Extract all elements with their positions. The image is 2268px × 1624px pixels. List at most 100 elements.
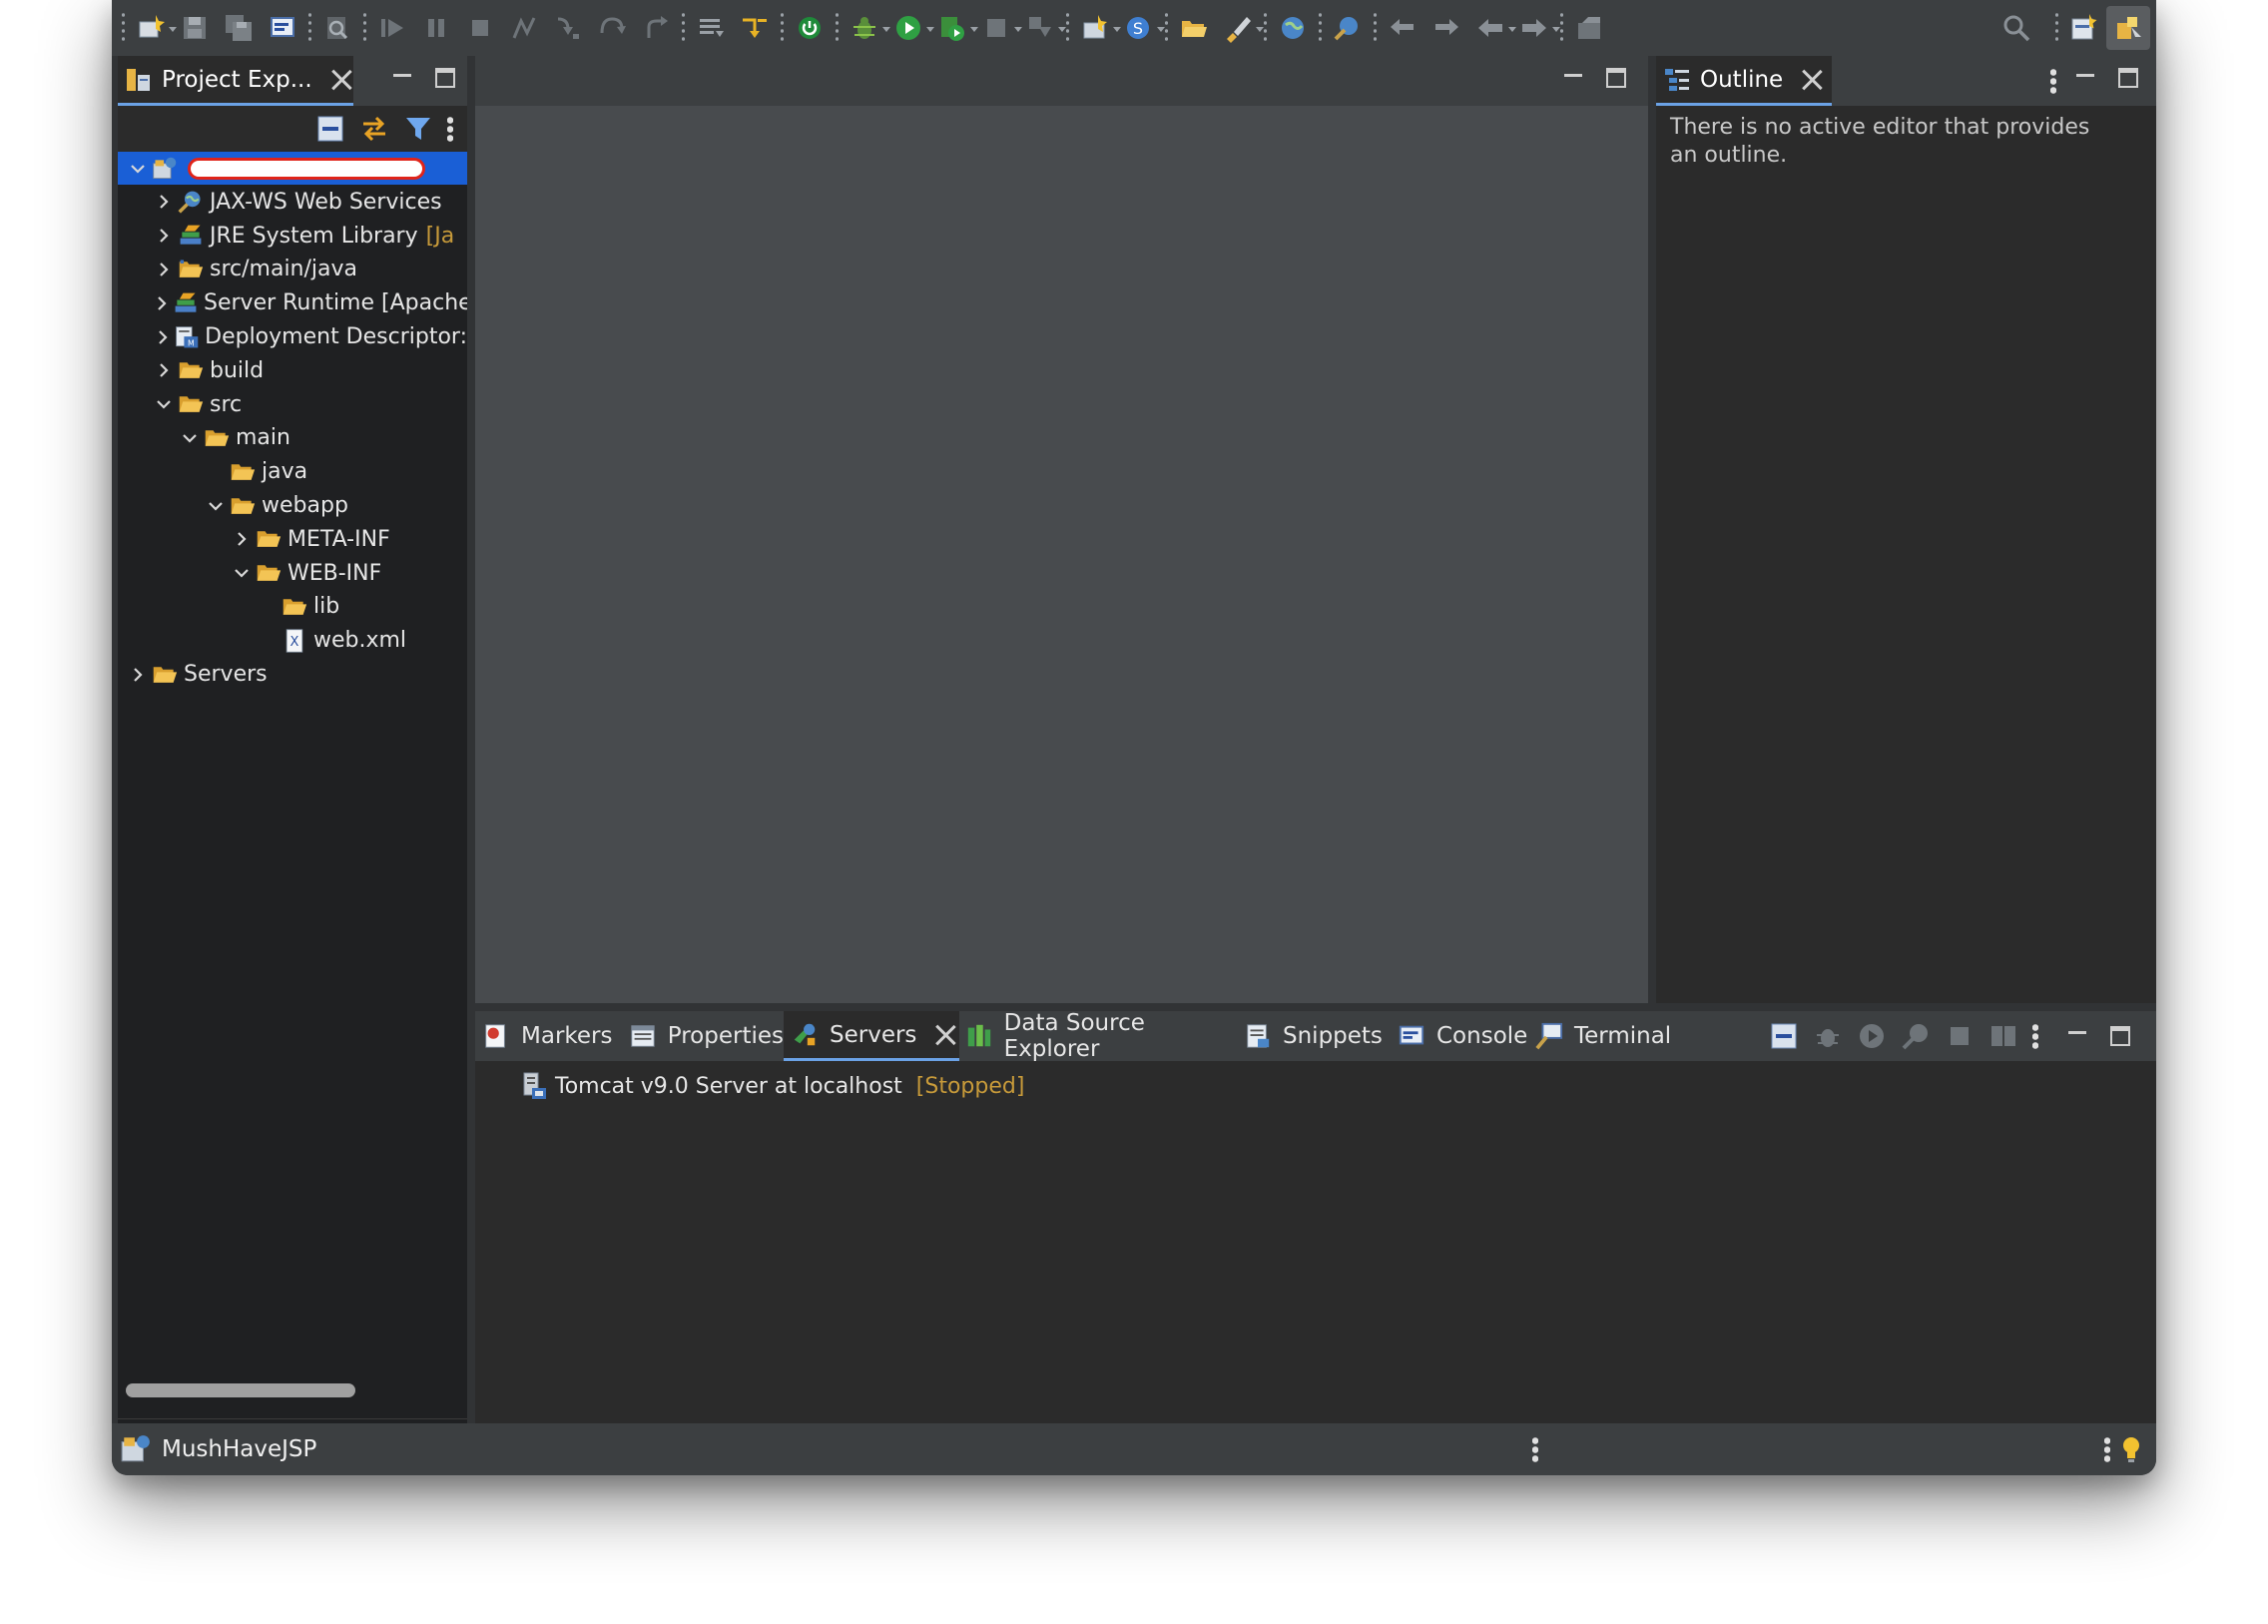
nav-back-icon[interactable] [1473,11,1516,45]
view-menu-icon[interactable] [2050,68,2056,94]
tree-item[interactable]: Server Runtime [Apache [118,286,467,319]
tree-item-project[interactable] [118,152,467,185]
save-all-icon[interactable] [222,11,256,45]
tree-item[interactable]: main [118,421,467,454]
minimize-icon[interactable] [2076,68,2096,90]
debug-icon[interactable] [848,11,890,45]
tab-markers[interactable]: Markers [475,1011,622,1061]
close-icon[interactable] [934,1024,956,1046]
tab-properties[interactable]: Properties [622,1011,784,1061]
web-icon[interactable] [1276,11,1310,45]
console-icon[interactable] [266,11,299,45]
link-with-editor-icon[interactable] [359,114,389,144]
stop-server-icon[interactable] [979,11,1022,45]
tree-item[interactable]: Xweb.xml [118,624,467,657]
stop-server-icon[interactable] [1945,1021,1975,1051]
new-class-icon[interactable]: S [1122,11,1165,45]
tree-item[interactable]: M Deployment Descriptor: [118,320,467,353]
chevron-right-icon[interactable] [152,224,176,248]
perspective-icon[interactable] [2067,11,2101,45]
tree-item[interactable]: lib [118,590,467,623]
tree-item[interactable]: JAX-WS Web Services [118,186,467,219]
resume-icon[interactable] [375,11,409,45]
brush-icon[interactable] [1221,11,1264,45]
tab-console[interactable]: Console [1391,1011,1528,1061]
collapse-all-icon[interactable] [315,114,345,144]
suspend-icon[interactable] [419,11,453,45]
tree-item[interactable]: src/main/java [118,253,467,285]
open-folder-icon[interactable] [1177,11,1211,45]
tab-project-explorer[interactable]: Project Exp... [118,56,353,106]
start-server-icon[interactable] [1857,1021,1887,1051]
chevron-right-icon[interactable] [126,663,150,687]
debug-server-icon[interactable] [1813,1021,1843,1051]
chevron-down-icon[interactable] [178,426,202,450]
tab-snippets[interactable]: Snippets [1237,1011,1391,1061]
close-icon[interactable] [330,69,352,91]
terminate-icon[interactable] [463,11,497,45]
pin-icon[interactable] [1572,11,1606,45]
tree-item[interactable]: Servers [118,658,467,691]
tree-item[interactable]: JRE System Library [Ja [118,220,467,253]
publish-icon[interactable] [1988,1021,2018,1051]
minimize-icon[interactable] [1564,68,1584,90]
chevron-right-icon[interactable] [152,258,176,281]
close-icon[interactable] [1801,69,1823,91]
save-icon[interactable] [178,11,212,45]
search-file-icon[interactable] [320,11,354,45]
collapse-all-icon[interactable] [1769,1021,1799,1051]
chevron-down-icon[interactable] [204,494,228,518]
status-menu-icon[interactable] [1532,1436,1538,1462]
run-server-icon[interactable] [935,11,978,45]
new-package-icon[interactable] [1078,11,1121,45]
minimize-icon[interactable] [2068,1025,2088,1047]
tree-item[interactable]: src [118,388,467,421]
chevron-down-icon[interactable] [230,561,254,585]
chevron-right-icon[interactable] [230,527,254,551]
forward-icon[interactable] [1429,11,1463,45]
chevron-right-icon[interactable] [152,190,176,214]
chevron-down-icon[interactable] [152,392,176,416]
view-menu-icon[interactable] [2032,1023,2038,1049]
tree-item[interactable]: webapp [118,489,467,522]
new-icon[interactable] [134,11,177,45]
maximize-icon[interactable] [1606,68,1626,88]
maximize-icon[interactable] [2110,1026,2130,1046]
tree-item[interactable]: WEB-INF [118,557,467,590]
maximize-icon[interactable] [2118,68,2138,88]
power-icon[interactable] [793,11,827,45]
server-row[interactable]: Tomcat v9.0 Server at localhost [Stopped… [519,1069,1024,1103]
tree-item[interactable]: java [118,455,467,488]
tree-item[interactable]: META-INF [118,523,467,556]
java-ee-perspective-icon[interactable] [2106,6,2150,50]
tab-servers[interactable]: Servers [784,1011,959,1061]
step-into-icon[interactable] [551,11,585,45]
tab-terminal[interactable]: Terminal [1528,1011,1698,1061]
chevron-right-icon[interactable] [152,325,173,349]
tab-data-source-explorer[interactable]: Data Source Explorer [959,1010,1237,1062]
chevron-right-icon[interactable] [152,291,172,315]
tree-item[interactable]: build [118,354,467,387]
horizontal-scrollbar[interactable] [126,1383,355,1397]
tab-outline[interactable]: Outline [1656,56,1832,106]
web-service-icon[interactable] [1331,11,1365,45]
view-menu-icon[interactable] [447,116,453,142]
minimize-icon[interactable] [393,68,413,90]
profile-server-icon[interactable] [1901,1021,1931,1051]
lightbulb-icon[interactable] [2116,1433,2146,1465]
filter-icon[interactable] [403,114,433,144]
debug-arrow-icon[interactable] [738,11,772,45]
chevron-right-icon[interactable] [152,358,176,382]
back-icon[interactable] [1386,11,1419,45]
status-menu-icon-right[interactable] [2104,1436,2110,1462]
step-over-icon[interactable] [595,11,629,45]
external-tools-icon[interactable] [1023,11,1066,45]
maximize-icon[interactable] [435,68,455,88]
step-return-icon[interactable] [639,11,673,45]
chevron-down-icon[interactable] [126,157,150,181]
nav-forward-icon[interactable] [1517,11,1560,45]
disconnect-icon[interactable] [507,11,541,45]
run-icon[interactable] [891,11,934,45]
search-icon[interactable] [1999,11,2033,45]
list-icon[interactable] [694,11,728,45]
